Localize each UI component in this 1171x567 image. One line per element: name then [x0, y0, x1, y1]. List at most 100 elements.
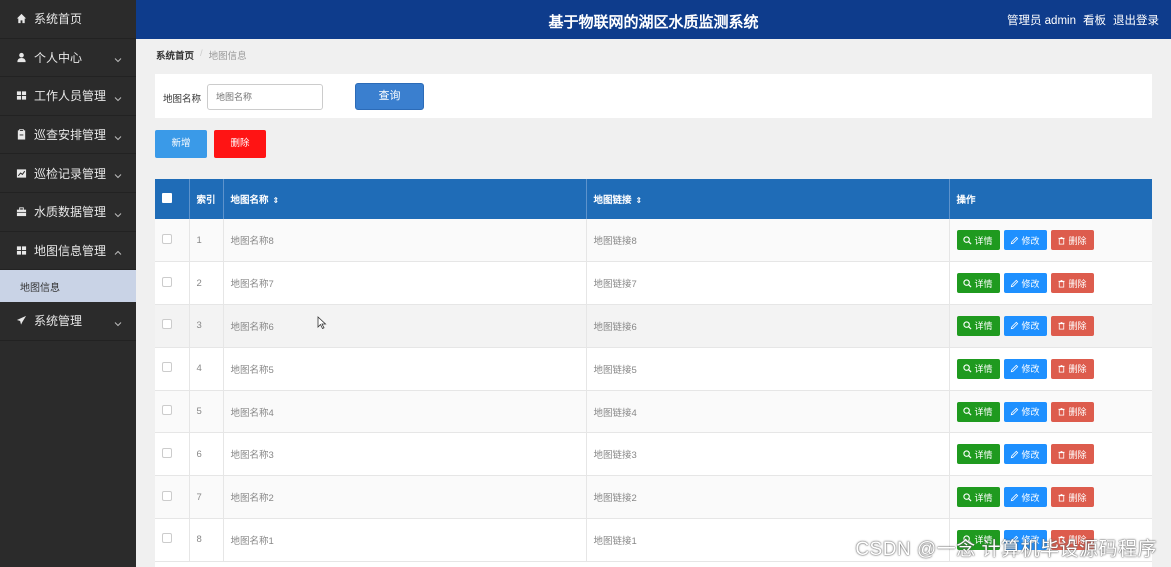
column-header-name[interactable]: 地图名称 ⇕	[223, 179, 587, 219]
row-checkbox[interactable]	[162, 276, 172, 287]
row-delete-button[interactable]: 删除	[1050, 230, 1094, 251]
table-row[interactable]: 5 地图名称4 地图链接4 详情 修改 删除	[155, 390, 1152, 434]
table-row[interactable]: 2 地图名称7 地图链接7 详情 修改 删除	[155, 261, 1152, 306]
delete-label: 删除	[1068, 235, 1087, 246]
row-select-cell[interactable]	[155, 518, 190, 562]
sidebar-item-0[interactable]: 系统首页	[0, 0, 136, 39]
edit-label: 修改	[1021, 449, 1040, 460]
row-map-link: 地图链接2	[586, 475, 950, 520]
logout-link[interactable]: 退出登录	[1113, 12, 1159, 28]
chevron-down-icon	[114, 208, 122, 217]
column-header-name-label: 地图名称	[230, 195, 269, 206]
row-checkbox[interactable]	[162, 405, 172, 416]
sort-icon[interactable]: ⇕	[273, 196, 280, 205]
dashboard-link[interactable]: 看板	[1083, 12, 1106, 28]
chevron-down-icon	[114, 169, 122, 179]
row-index: 2	[189, 261, 224, 306]
row-actions: 详情 修改 删除	[949, 390, 1152, 434]
add-button[interactable]: 新增	[155, 130, 207, 158]
detail-button[interactable]: 详情	[956, 487, 1000, 508]
row-actions: 详情 修改 删除	[949, 261, 1152, 306]
edit-icon	[1011, 493, 1019, 501]
sidebar-item-label: 地图信息管理	[34, 243, 107, 258]
row-delete-button[interactable]: 删除	[1050, 401, 1094, 422]
table-row[interactable]: 7 地图名称2 地图链接2 详情 修改 删除	[155, 475, 1152, 520]
trash-icon	[1058, 408, 1066, 416]
edit-button[interactable]: 修改	[1003, 230, 1047, 251]
row-checkbox[interactable]	[162, 490, 172, 501]
data-table: 索引 地图名称 ⇕ 地图链接 ⇕ 操作 1 地图名称8 地图链接8 详情 修改 删除 2 地图名称…	[155, 179, 1152, 567]
sidebar-item-3[interactable]: 巡查安排管理	[0, 116, 136, 155]
search-icon	[963, 493, 972, 502]
row-select-cell[interactable]	[155, 475, 190, 520]
admin-label[interactable]: 管理员 admin	[1007, 12, 1076, 28]
row-delete-button[interactable]: 删除	[1050, 315, 1094, 336]
edit-button[interactable]: 修改	[1003, 273, 1047, 294]
sidebar-subitem-map-info[interactable]: 地图信息	[0, 270, 136, 303]
detail-label: 详情	[974, 321, 993, 332]
header-right: 管理员 admin 看板 退出登录	[1007, 12, 1159, 28]
row-delete-button[interactable]: 删除	[1050, 358, 1094, 379]
breadcrumb-home[interactable]: 系统首页	[156, 48, 194, 62]
row-checkbox[interactable]	[162, 233, 172, 244]
edit-label: 修改	[1021, 364, 1040, 375]
row-checkbox[interactable]	[162, 362, 172, 373]
row-select-cell[interactable]	[155, 432, 190, 477]
column-header-link-label: 地图链接	[593, 195, 632, 206]
table-row[interactable]: 6 地图名称3 地图链接3 详情 修改 删除	[155, 432, 1152, 477]
sidebar-item-1[interactable]: 个人中心	[0, 39, 136, 78]
query-button[interactable]: 查询	[355, 83, 424, 110]
select-all-checkbox[interactable]	[162, 192, 172, 203]
top-header: 基于物联网的湖区水质监测系统 管理员 admin 看板 退出登录	[136, 0, 1171, 39]
row-delete-button[interactable]: 删除	[1050, 487, 1094, 508]
sidebar-item-6[interactable]: 地图信息管理	[0, 232, 136, 271]
row-select-cell[interactable]	[155, 390, 190, 434]
sort-icon[interactable]: ⇕	[636, 196, 643, 205]
row-map-name: 地图名称5	[223, 347, 587, 391]
table-row[interactable]: 1 地图名称8 地图链接8 详情 修改 删除	[155, 219, 1152, 263]
row-select-cell[interactable]	[155, 219, 190, 263]
edit-button[interactable]: 修改	[1003, 358, 1047, 379]
row-delete-button[interactable]: 删除	[1050, 444, 1094, 465]
sidebar-item-7[interactable]: 系统管理	[0, 302, 136, 341]
batch-delete-button[interactable]: 删除	[214, 130, 266, 158]
detail-label: 详情	[974, 492, 993, 503]
detail-button[interactable]: 详情	[956, 358, 1000, 379]
table-row[interactable]: 4 地图名称5 地图链接5 详情 修改 删除	[155, 347, 1152, 391]
detail-button[interactable]: 详情	[956, 273, 1000, 294]
delete-label: 删除	[1068, 278, 1087, 289]
map-name-input[interactable]	[207, 84, 323, 110]
column-header-link[interactable]: 地图链接 ⇕	[586, 179, 950, 219]
table-row[interactable]: 3 地图名称6 地图链接6 详情 修改 删除	[155, 304, 1152, 348]
row-checkbox[interactable]	[162, 447, 172, 458]
sidebar-item-4[interactable]: 巡检记录管理	[0, 154, 136, 193]
sidebar-item-label: 系统首页	[34, 12, 83, 27]
search-icon	[963, 279, 972, 288]
row-actions: 详情 修改 删除	[949, 432, 1152, 477]
select-all-cell[interactable]	[155, 179, 190, 219]
row-select-cell[interactable]	[155, 347, 190, 391]
edit-button[interactable]: 修改	[1003, 444, 1047, 465]
edit-button[interactable]: 修改	[1003, 487, 1047, 508]
chevron-down-icon	[114, 53, 122, 63]
row-checkbox[interactable]	[162, 319, 172, 330]
row-index: 6	[189, 432, 224, 477]
sidebar-item-5[interactable]: 水质数据管理	[0, 193, 136, 232]
row-select-cell[interactable]	[155, 261, 190, 306]
detail-button[interactable]: 详情	[956, 230, 1000, 251]
detail-button[interactable]: 详情	[956, 401, 1000, 422]
edit-icon	[1011, 450, 1019, 459]
row-delete-button[interactable]: 删除	[1050, 273, 1094, 294]
edit-button[interactable]: 修改	[1003, 401, 1047, 422]
breadcrumb: 系统首页 / 地图信息	[156, 48, 247, 62]
row-select-cell[interactable]	[155, 304, 190, 348]
row-map-link: 地图链接7	[586, 261, 950, 306]
user-icon	[15, 51, 27, 63]
row-checkbox[interactable]	[162, 533, 172, 544]
edit-button[interactable]: 修改	[1003, 315, 1047, 336]
detail-button[interactable]: 详情	[956, 444, 1000, 465]
detail-button[interactable]: 详情	[956, 315, 1000, 336]
sidebar-item-2[interactable]: 工作人员管理	[0, 77, 136, 116]
row-index: 7	[189, 475, 224, 520]
detail-label: 详情	[974, 278, 993, 289]
